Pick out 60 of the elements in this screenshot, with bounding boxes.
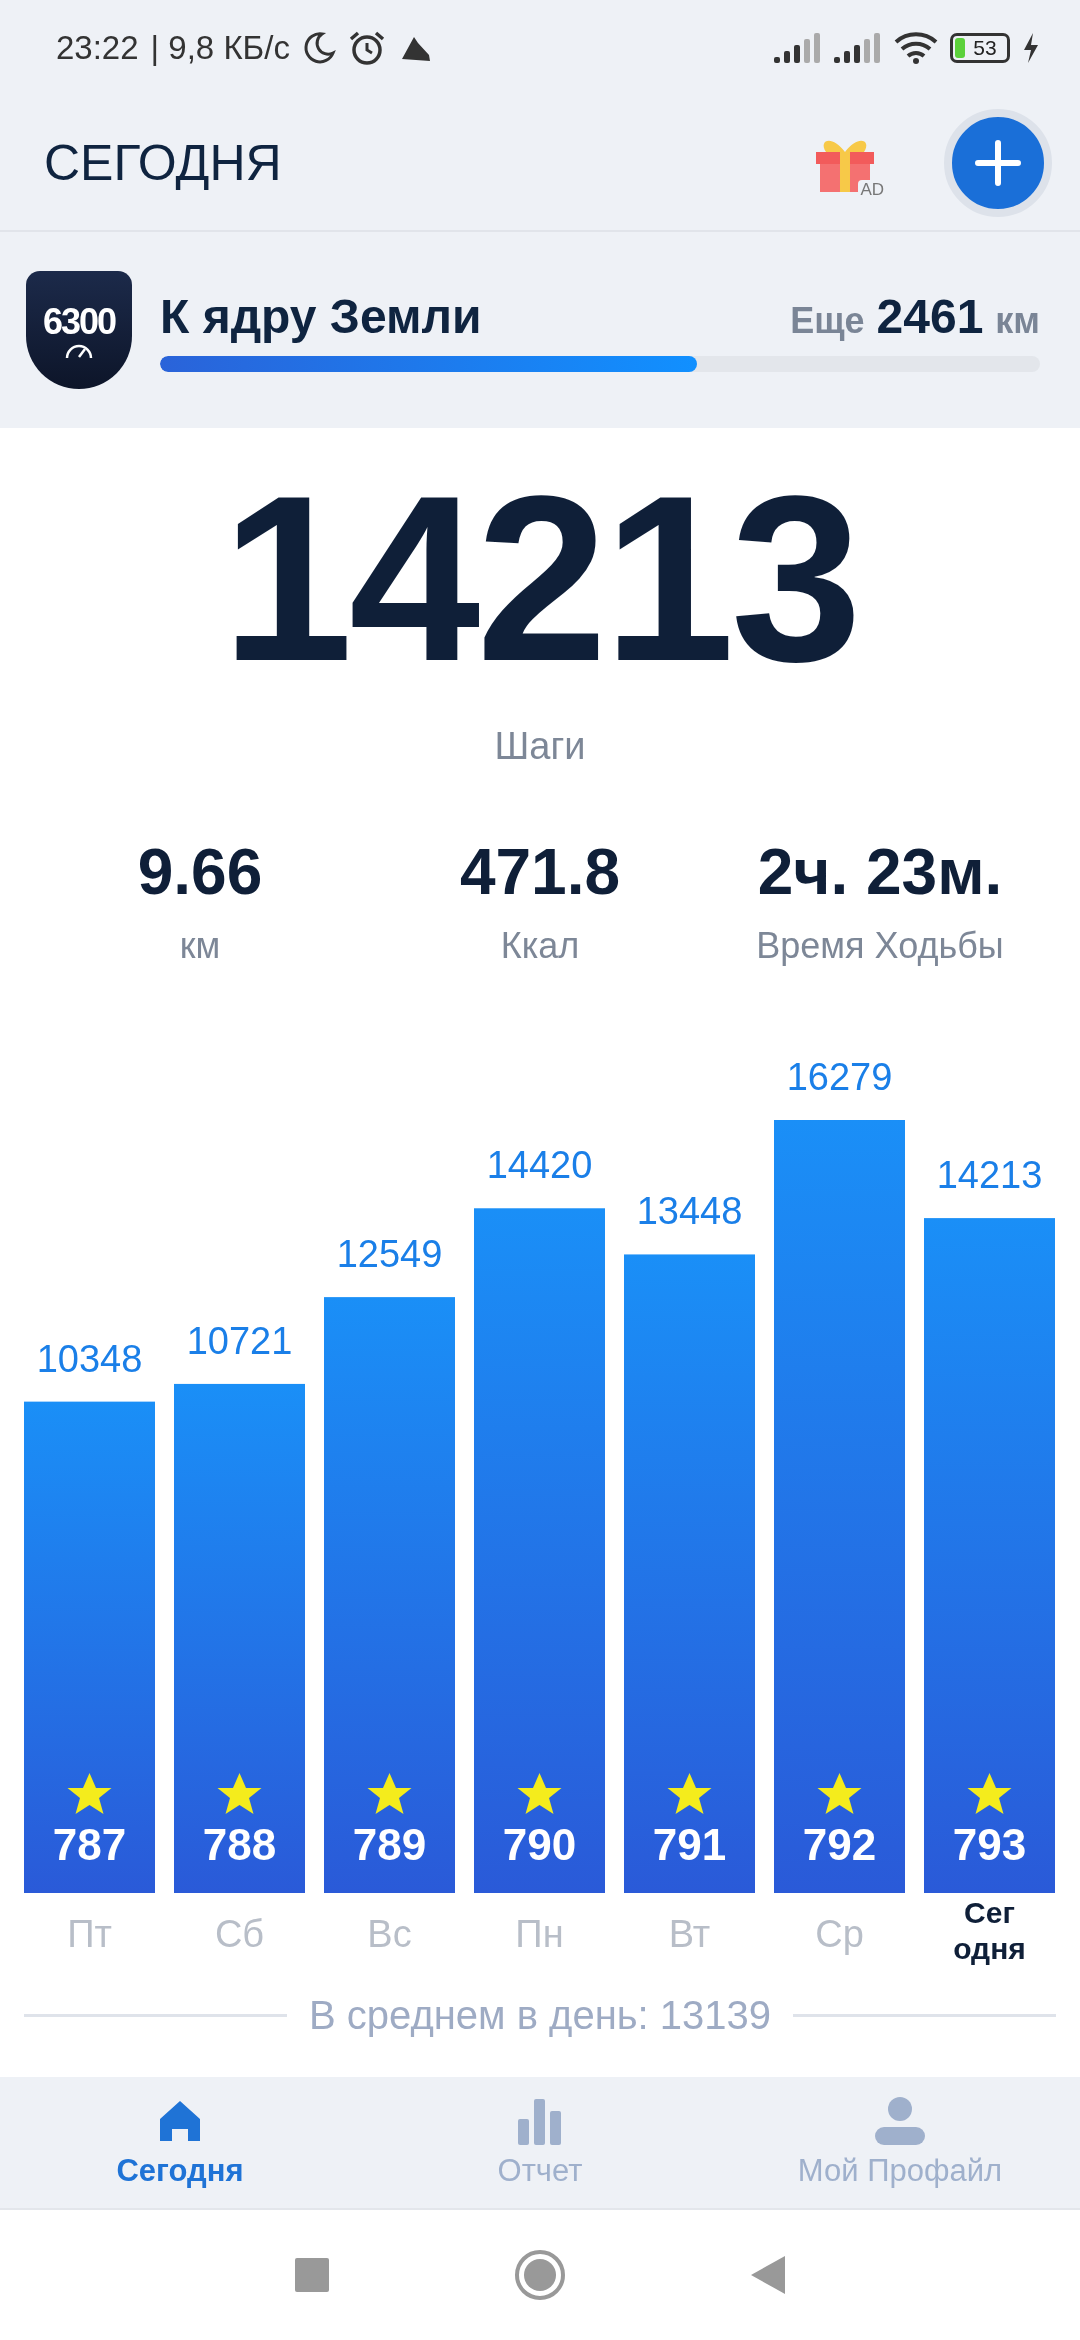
day-label: Пн [515, 1913, 564, 1955]
badge-number: 788 [202, 1820, 277, 1869]
badge-number: 793 [952, 1820, 1027, 1869]
value-label: 16279 [786, 1056, 893, 1098]
star-icon [367, 1773, 412, 1814]
value-label: 12549 [336, 1233, 443, 1276]
stat-label: Время Ходьбы [756, 924, 1004, 968]
step-count: 14213 [221, 458, 859, 698]
day-label: Вс [367, 1913, 412, 1955]
moon-icon [301, 30, 336, 65]
network-speed: | 9,8 КБ/с [150, 28, 290, 67]
day-label: Пт [67, 1913, 112, 1955]
remaining-prefix: Еще [790, 299, 865, 342]
value-label: 10721 [186, 1319, 293, 1362]
star-icon [217, 1773, 262, 1814]
day-label: Вт [668, 1913, 711, 1955]
page-title: СЕГОДНЯ [44, 133, 283, 192]
stat-value: 2ч. 23м. [757, 836, 1003, 908]
value-label: 14420 [486, 1144, 593, 1187]
badge-number: 787 [52, 1820, 127, 1869]
wifi-icon [894, 31, 938, 64]
day-label: Сб [214, 1913, 265, 1955]
star-icon [517, 1773, 562, 1814]
daily-average: В среднем в день: 13139 [309, 1993, 771, 2038]
badge-number: 792 [802, 1820, 877, 1869]
person-icon [875, 2096, 925, 2145]
remaining-distance: 2461 [876, 288, 984, 344]
value-label: 14213 [936, 1154, 1043, 1197]
signal-icon [774, 32, 822, 63]
star-icon [67, 1773, 112, 1814]
stat-value: 9.66 [137, 836, 263, 908]
home-icon[interactable] [514, 2249, 566, 2301]
status-time: 23:22 [56, 28, 139, 67]
challenge-card[interactable]: 6300 К ядру Земли Еще 2461 км [0, 232, 1080, 428]
plus-icon [975, 139, 1021, 186]
star-icon [667, 1773, 712, 1814]
back-icon[interactable] [751, 2256, 785, 2294]
challenge-title: К ядру Земли [160, 288, 483, 344]
value-label: 10348 [36, 1337, 143, 1380]
badge-number: 791 [652, 1820, 727, 1869]
stat-value: 471.8 [459, 836, 621, 908]
value-label: 13448 [636, 1190, 743, 1233]
badge-number: 789 [352, 1820, 427, 1869]
stat-label: км [179, 924, 221, 968]
charging-icon [1022, 32, 1040, 63]
distance-badge: 6300 [26, 271, 132, 389]
badge-number: 790 [502, 1820, 577, 1869]
day-label: Ср [815, 1913, 864, 1955]
battery-fill [955, 37, 965, 58]
distance-unit: км [995, 299, 1040, 342]
battery-level: 53 [973, 35, 997, 60]
signal-icon [834, 32, 882, 63]
bar-chart-icon [516, 2096, 564, 2145]
alarm-icon [347, 29, 386, 66]
stat-label: Ккал [500, 924, 580, 968]
nav-tab[interactable]: Сегодня [0, 2077, 360, 2208]
steps-label: Шаги [494, 724, 586, 768]
star-icon [967, 1773, 1012, 1814]
day-label: Сегодня [953, 1896, 1026, 1965]
star-icon [817, 1773, 862, 1814]
